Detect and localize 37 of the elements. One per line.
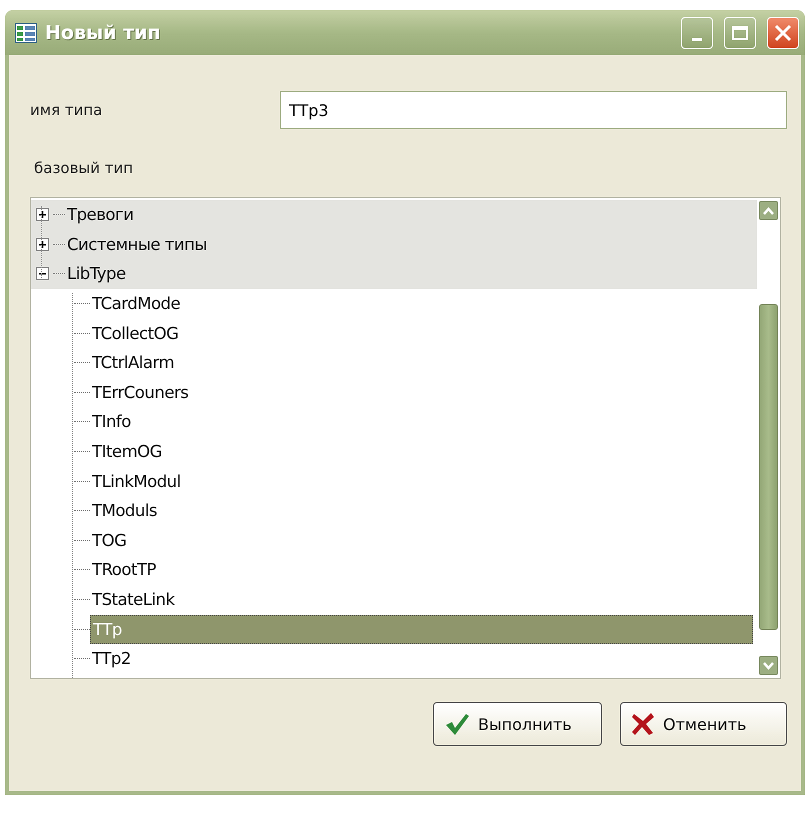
cross-icon [631,712,655,736]
minimize-icon [692,38,702,41]
tree-item[interactable]: TItemOG [90,442,164,462]
tree-item[interactable]: TErrCouners [90,382,190,402]
maximize-button[interactable] [724,16,756,48]
tree-item[interactable]: Системные типы [65,234,209,254]
tree-item[interactable]: Тревоги [65,205,136,224]
tree-item[interactable]: TStateLink [90,590,177,610]
tree-item[interactable]: TOG [90,530,128,550]
tree-item[interactable]: TCardMode [90,294,182,314]
execute-button[interactable]: Выполнить [433,702,602,746]
tree-item[interactable]: TCollectOG [90,324,180,343]
expand-icon[interactable] [36,238,49,251]
tree-item[interactable]: TTp2 [90,649,133,668]
cancel-button[interactable]: Отменить [620,702,787,746]
tree-item[interactable]: TRootTP [90,560,158,580]
minimize-button[interactable] [681,16,713,48]
base-type-label: базовый тип [34,159,134,177]
scroll-down-button[interactable] [759,656,778,675]
tree-item[interactable]: TModuls [90,501,160,520]
table-icon [15,22,37,42]
maximize-icon [732,26,748,40]
expand-icon[interactable] [36,208,49,222]
type-name-label: имя типа [30,101,104,119]
tree-item[interactable]: TCtrlAlarm [90,353,176,372]
collapse-icon[interactable] [36,267,49,280]
close-icon [774,24,792,42]
type-name-field[interactable]: TTp3 [280,91,787,129]
scrollbar[interactable] [757,198,780,678]
window-title: Новый тип [45,22,162,44]
checkmark-icon [444,712,470,736]
tree-item[interactable]: TInfo [90,412,133,432]
tree-item[interactable]: TLinkModul [90,472,183,491]
tree-item[interactable]: LibType [65,264,128,284]
scroll-up-button[interactable] [759,201,778,220]
scroll-thumb[interactable] [759,304,778,630]
close-button[interactable] [767,16,799,48]
